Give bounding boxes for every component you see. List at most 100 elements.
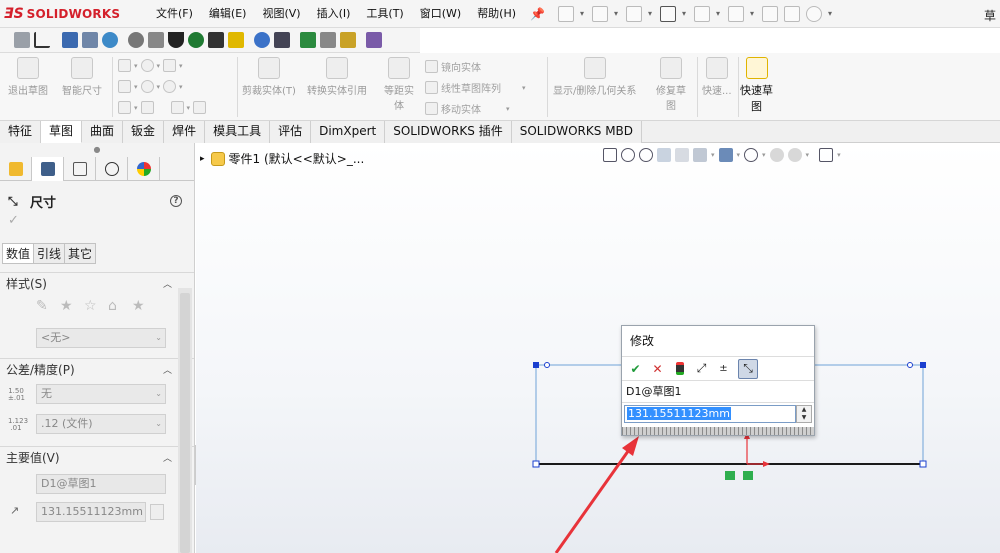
menu-tools[interactable]: 工具(T) bbox=[358, 0, 411, 28]
rebuild-icon[interactable] bbox=[762, 5, 779, 22]
pattern-dropdown-icon[interactable]: ▾ bbox=[522, 84, 526, 92]
collapse-chevron-icon[interactable]: ︿ bbox=[163, 363, 172, 376]
linear-pattern-button[interactable]: 线性草图阵列 ▾ bbox=[425, 80, 526, 95]
menu-window[interactable]: 窗口(W) bbox=[412, 0, 469, 28]
fillet-icon[interactable] bbox=[170, 101, 184, 114]
view-settings-monitor-icon[interactable] bbox=[819, 148, 834, 162]
circle-icon[interactable] bbox=[140, 59, 154, 72]
add-style-icon[interactable]: ★ bbox=[60, 299, 74, 313]
mirror-entities-button[interactable]: 镜向实体 bbox=[425, 59, 481, 74]
exit-sketch-button[interactable]: 退出草图 bbox=[8, 57, 48, 97]
style-select[interactable]: <无> ⌄ bbox=[36, 328, 166, 348]
dimension-name-field[interactable]: D1@草图1 bbox=[36, 474, 166, 494]
monitor-icon[interactable] bbox=[62, 32, 78, 48]
tab-solidworks-addins[interactable]: SOLIDWORKS 插件 bbox=[385, 121, 512, 143]
subtab-leaders[interactable]: 引线 bbox=[34, 243, 66, 264]
print-icon[interactable] bbox=[660, 5, 677, 22]
printer-icon[interactable] bbox=[320, 32, 336, 48]
globe-icon[interactable] bbox=[102, 32, 118, 48]
scene-icon[interactable] bbox=[787, 148, 802, 162]
precision-select[interactable]: .12 (文件) ⌄ bbox=[36, 414, 166, 434]
menu-file[interactable]: 文件(F) bbox=[148, 0, 201, 28]
confirm-check-icon[interactable]: ✔ bbox=[628, 361, 643, 376]
tab-surfaces[interactable]: 曲面 bbox=[82, 121, 124, 143]
open-dropdown-icon[interactable]: ▾ bbox=[614, 9, 620, 18]
appearance-icon[interactable] bbox=[769, 148, 784, 162]
collapse-chevron-icon[interactable]: ︿ bbox=[163, 277, 172, 290]
tab-mold-tools[interactable]: 模具工具 bbox=[205, 121, 271, 143]
tab-dimxpert-manager[interactable] bbox=[96, 157, 128, 181]
offset-entities-button[interactable]: 等距实 体 bbox=[384, 57, 414, 112]
print-dropdown-icon[interactable]: ▾ bbox=[682, 9, 688, 18]
save-icon[interactable] bbox=[626, 5, 643, 22]
subtab-value[interactable]: 数值 bbox=[2, 243, 35, 264]
report-icon[interactable] bbox=[366, 32, 382, 48]
sketch-corner-icon[interactable] bbox=[34, 32, 50, 48]
zoom-to-area-icon[interactable] bbox=[639, 148, 653, 162]
tolerance-header[interactable]: 公差/精度(P) ︿ bbox=[0, 358, 194, 380]
arc-icon[interactable] bbox=[140, 80, 154, 93]
gear-icon[interactable] bbox=[128, 32, 144, 48]
tab-property-manager[interactable] bbox=[32, 157, 64, 181]
spin-up-icon[interactable]: ▲ bbox=[797, 406, 811, 414]
solidworks-logo[interactable]: ƎS SOLIDWORKS bbox=[0, 0, 130, 28]
menu-help[interactable]: 帮助(H) bbox=[469, 0, 524, 28]
open-icon[interactable] bbox=[592, 5, 609, 22]
tab-evaluate[interactable]: 评估 bbox=[270, 121, 312, 143]
graphics-area[interactable] bbox=[196, 143, 1000, 553]
reverse-sense-icon[interactable]: ⤢ bbox=[694, 361, 709, 376]
style-header[interactable]: 样式(S) ︿ bbox=[0, 272, 194, 294]
modify-value-input[interactable]: 131.15511123mm bbox=[624, 405, 796, 423]
rapid-sketch-button[interactable]: 快速草 图 bbox=[740, 57, 773, 114]
display-style-dropdown-icon[interactable]: ▾ bbox=[737, 151, 741, 159]
view-orientation-icon[interactable] bbox=[603, 148, 617, 162]
waveform-icon[interactable] bbox=[208, 32, 224, 48]
new-document-icon[interactable] bbox=[558, 5, 575, 22]
update-style-icon[interactable]: ☆ bbox=[84, 299, 98, 313]
undo-icon[interactable] bbox=[694, 5, 711, 22]
rebuild-traffic-light-icon[interactable] bbox=[672, 361, 687, 376]
help-icon[interactable]: ? bbox=[170, 195, 182, 207]
spreadsheet-icon[interactable] bbox=[300, 32, 316, 48]
move-dropdown-icon[interactable]: ▾ bbox=[506, 105, 510, 113]
move-entities-button[interactable]: 移动实体 ▾ bbox=[425, 101, 510, 116]
display-relations-button[interactable]: 显示/删除几何关系 bbox=[553, 57, 636, 97]
value-spinner[interactable]: ▲ ▼ bbox=[796, 405, 812, 423]
expand-arrow-icon[interactable]: ▸ bbox=[200, 154, 205, 164]
document-icon[interactable] bbox=[340, 32, 356, 48]
panel-scrollbar-thumb[interactable] bbox=[180, 293, 190, 553]
tab-display-manager[interactable] bbox=[128, 157, 160, 181]
dimension-value-field[interactable]: 131.15511123mm bbox=[36, 502, 146, 522]
value-spinner-icon[interactable] bbox=[150, 504, 164, 520]
select-icon[interactable] bbox=[728, 5, 745, 22]
hide-show-dropdown-icon[interactable]: ▾ bbox=[762, 151, 766, 159]
trim-entities-button[interactable]: 剪裁实体(T) bbox=[242, 57, 296, 97]
new-dropdown-icon[interactable]: ▾ bbox=[580, 9, 586, 18]
tab-feature-manager[interactable] bbox=[0, 157, 32, 181]
previous-view-icon[interactable] bbox=[657, 148, 671, 162]
tab-features[interactable]: 特征 bbox=[0, 121, 42, 143]
tab-configuration-manager[interactable] bbox=[64, 157, 96, 181]
undo-dropdown-icon[interactable]: ▾ bbox=[716, 9, 722, 18]
tab-sketch[interactable]: 草图 bbox=[41, 121, 83, 143]
menu-insert[interactable]: 插入(I) bbox=[309, 0, 359, 28]
pin-menu-icon[interactable]: 📌 bbox=[530, 7, 545, 21]
cancel-x-icon[interactable]: ✕ bbox=[650, 361, 665, 376]
smart-dimension-button[interactable]: 智能尺寸 bbox=[62, 57, 102, 97]
increment-value-icon[interactable]: ± bbox=[716, 361, 731, 376]
menu-edit[interactable]: 编辑(E) bbox=[201, 0, 255, 28]
collapse-chevron-icon[interactable]: ︿ bbox=[163, 451, 172, 464]
search-icon[interactable] bbox=[254, 32, 270, 48]
hide-show-items-icon[interactable] bbox=[744, 148, 759, 162]
cross-icon[interactable] bbox=[228, 32, 244, 48]
tab-dimxpert[interactable]: DimXpert bbox=[311, 121, 386, 143]
shield-icon[interactable] bbox=[188, 32, 204, 48]
annotation-dropdown-icon[interactable]: ▾ bbox=[711, 151, 715, 159]
subtab-other[interactable]: 其它 bbox=[65, 243, 97, 264]
section-view-icon[interactable] bbox=[675, 148, 689, 162]
rectangle-icon[interactable] bbox=[118, 80, 131, 93]
binoculars-icon[interactable] bbox=[274, 32, 290, 48]
convert-entities-button[interactable]: 转换实体引用 bbox=[307, 57, 367, 97]
key-icon[interactable] bbox=[14, 32, 30, 48]
tolerance-type-select[interactable]: 无 ⌄ bbox=[36, 384, 166, 404]
